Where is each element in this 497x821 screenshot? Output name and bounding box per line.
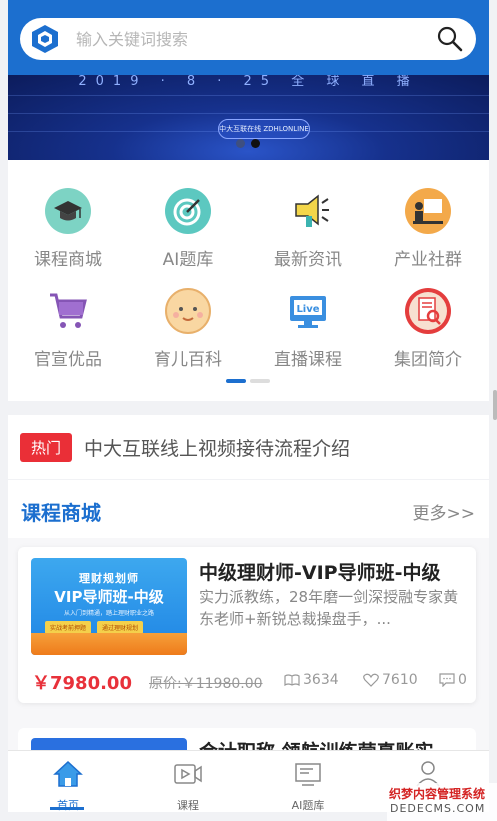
quick-nav-grid: 课程商城 AI题库 最新资讯 产业社群 官宣优品 育儿百科 Live 直播课程 [8,160,489,401]
nav-item-live[interactable]: Live 直播课程 [248,287,368,370]
active-tab-indicator [50,807,84,810]
nav-label: 集团简介 [394,350,462,370]
shopping-cart-icon [44,287,92,335]
watermark-line2: DEDECMS.COM [390,802,486,815]
course-price: ￥7980.00 [32,673,132,694]
section-title: 课程商城 [21,501,101,525]
banner-dots [236,139,260,148]
book-icon [284,674,300,686]
likes-stat[interactable]: 7610 [363,672,418,688]
baby-face-icon [164,287,212,335]
nav-label: 最新资讯 [274,250,342,270]
nav-label: 育儿百科 [154,350,222,370]
tab-ai-quiz[interactable]: AI题库 [248,759,368,813]
tab-courses[interactable]: 课程 [128,759,248,813]
tab-label: 课程 [177,799,199,812]
banner-badge-text: 中大互联在线 ZDHLONLINE [219,125,309,133]
course-thumbnail[interactable]: 理财规划师 VIP导师班-中级 从入门到精通，踏上理财职业之路 实战考前押题 通… [31,558,187,655]
nav-label: 官宣优品 [34,350,102,370]
pager-dot-active[interactable] [226,379,246,383]
comment-icon [439,673,455,687]
banner-dot[interactable] [236,139,245,148]
document-magnifier-icon [404,287,452,335]
home-icon [53,760,83,787]
nav-label: AI题库 [162,250,214,270]
video-icon [174,764,202,784]
grid-pager [226,379,270,383]
nav-item-about[interactable]: 集团简介 [368,287,488,370]
tab-home[interactable]: 首页 [8,759,128,813]
nav-label: 课程商城 [34,250,102,270]
site-watermark: 织梦内容管理系统 DEDECMS.COM [387,783,497,821]
banner-badge: 中大互联在线 ZDHLONLINE [218,119,310,139]
thumb-line2: VIP导师班-中级 [54,588,164,606]
tab-label: 首页 [57,799,79,812]
scrollbar[interactable] [493,390,497,420]
nav-item-news[interactable]: 最新资讯 [248,187,368,270]
search-input[interactable] [76,29,406,49]
hot-notice[interactable]: 热门 中大互联线上视频接待流程介绍 [8,415,489,479]
views-stat: 3634 [284,672,339,688]
nav-item-course-mall[interactable]: 课程商城 [8,187,128,270]
search-bar[interactable] [20,18,476,60]
notice-text[interactable]: 中大互联线上视频接待流程介绍 [84,434,350,461]
presenter-icon [404,187,452,235]
nav-item-parenting[interactable]: 育儿百科 [128,287,248,370]
original-price: 原价:￥11980.00 [149,676,263,692]
nav-label: 直播课程 [274,350,342,370]
quiz-icon [295,763,321,786]
banner-dot-active[interactable] [251,139,260,148]
nav-item-ai-quiz[interactable]: AI题库 [128,187,248,270]
views-count: 3634 [303,672,339,688]
megaphone-icon [284,187,332,235]
course-section: 课程商城 更多>> 理财规划师 VIP导师班-中级 从入门到精通，踏上理财职业之… [8,480,489,758]
likes-count: 7610 [382,672,418,688]
watermark-line1: 织梦内容管理系统 [389,787,486,801]
target-icon [164,187,212,235]
more-link[interactable]: 更多>> [413,499,476,524]
thumb-illustration [31,633,187,655]
course-card[interactable]: 理财规划师 VIP导师班-中级 从入门到精通，踏上理财职业之路 实战考前押题 通… [18,547,476,703]
nav-item-community[interactable]: 产业社群 [368,187,488,270]
svg-text:Live: Live [296,304,319,315]
header [8,0,489,75]
thumb-line1: 理财规划师 [79,572,139,585]
nav-item-products[interactable]: 官宣优品 [8,287,128,370]
hot-tag: 热门 [20,432,73,462]
banner-carousel[interactable]: 2019 · 8 · 25 全 球 直 播 中大互联在线 ZDHLONLINE [8,75,489,160]
search-icon[interactable] [436,25,464,53]
comments-stat[interactable]: 0 [439,672,467,688]
app-logo-icon [30,24,60,54]
course-desc: 实力派教练，28年磨一剑深授融专家黄东老师+新锐总裁操盘手，... [199,588,459,628]
heart-icon [363,673,379,687]
comments-count: 0 [458,672,467,688]
graduation-cap-icon [44,187,92,235]
course-title[interactable]: 中级理财师-VIP导师班-中级 [199,558,440,585]
banner-date: 2019 · 8 · 25 全 球 直 播 [78,75,419,89]
thumb-line3: 从入门到精通，踏上理财职业之路 [63,610,154,617]
section-header: 课程商城 更多>> [8,480,489,538]
pager-dot[interactable] [250,379,270,383]
live-monitor-icon: Live [284,287,332,335]
tab-label: AI题库 [291,799,325,812]
nav-label: 产业社群 [394,250,462,270]
